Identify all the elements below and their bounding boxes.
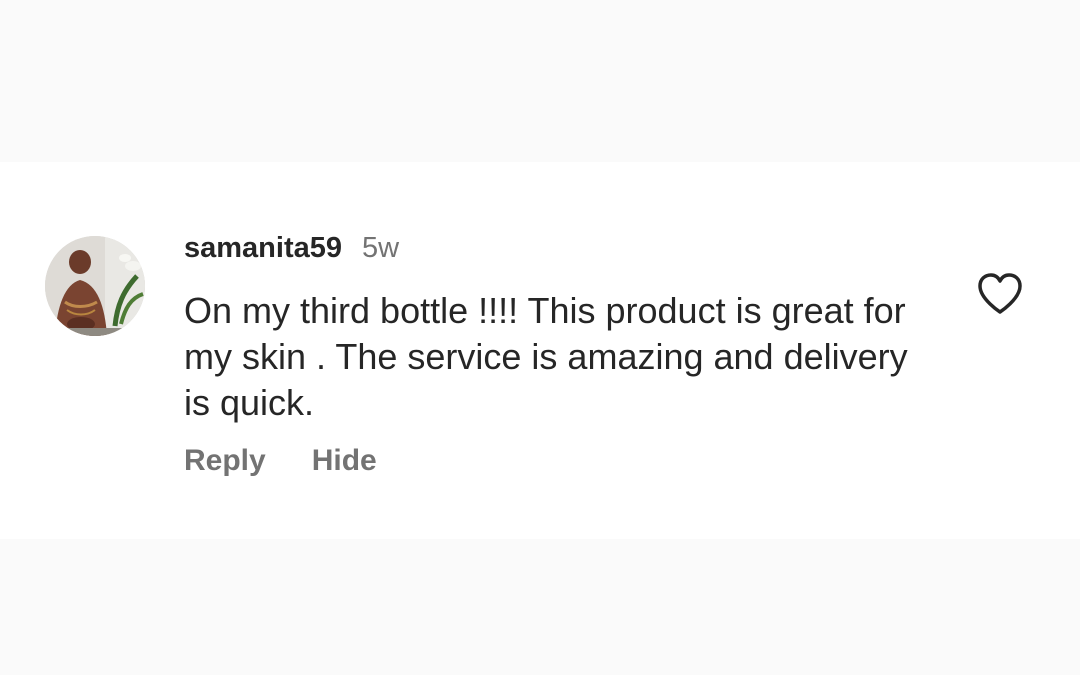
- comments-page: samanita59 5w On my third bottle !!!! Th…: [0, 0, 1080, 675]
- avatar[interactable]: [45, 236, 145, 336]
- avatar-image: [45, 236, 145, 336]
- comment-actions: Reply Hide: [184, 444, 377, 478]
- reply-button[interactable]: Reply: [184, 444, 266, 478]
- comment-row: samanita59 5w On my third bottle !!!! Th…: [0, 162, 1080, 539]
- timestamp: 5w: [362, 232, 400, 264]
- hide-button[interactable]: Hide: [312, 444, 377, 478]
- heart-outline-icon[interactable]: [976, 272, 1024, 316]
- comment-text: On my third bottle !!!! This product is …: [184, 290, 908, 423]
- comment-header: samanita59 5w: [184, 232, 399, 272]
- username[interactable]: samanita59: [184, 232, 342, 265]
